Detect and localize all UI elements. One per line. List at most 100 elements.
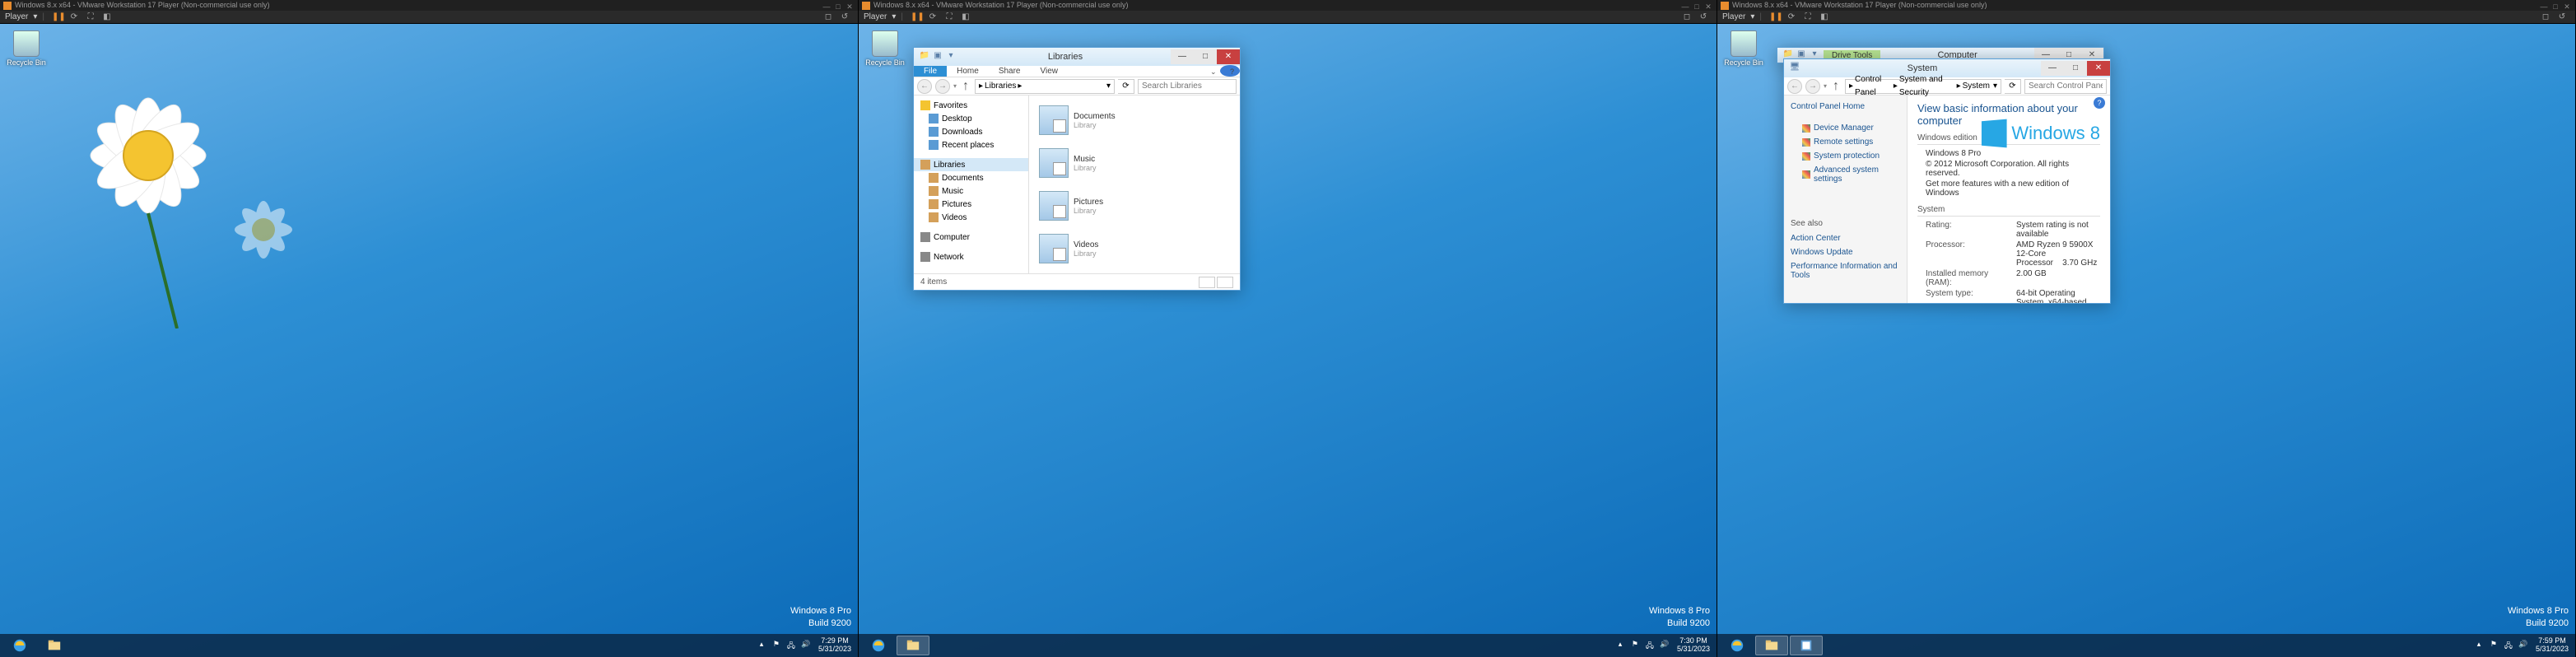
window-max-button[interactable]: □ <box>1194 49 1217 64</box>
pause-icon[interactable]: ❚❚ <box>911 12 922 22</box>
min-button[interactable]: — <box>1680 2 1690 10</box>
perf-info-link[interactable]: Performance Information and Tools <box>1791 259 1900 282</box>
tray-up-icon[interactable]: ▴ <box>1614 640 1626 651</box>
back-button[interactable]: ← <box>1787 79 1802 94</box>
qat-down-icon[interactable]: ▾ <box>945 51 957 63</box>
unity-icon[interactable]: ◧ <box>101 12 113 22</box>
network-icon[interactable]: 🖧 <box>785 640 797 651</box>
view-tiles-button[interactable] <box>1217 277 1233 288</box>
chevron-right-icon[interactable]: ▸ <box>1018 80 1022 93</box>
window-min-button[interactable]: — <box>2041 61 2064 76</box>
volume-icon[interactable]: 🔊 <box>1659 640 1670 651</box>
remote-settings-link[interactable]: Remote settings <box>1791 135 1900 149</box>
windows-desktop[interactable]: Recycle Bin Windows 8 ProBuild 9200 📁 ▣ … <box>859 24 1717 657</box>
window-close-button[interactable]: ✕ <box>2087 61 2110 76</box>
nav-network[interactable]: Network <box>914 250 1028 263</box>
fullscreen-icon[interactable]: ◻ <box>822 12 834 22</box>
close-button[interactable]: ✕ <box>1703 2 1713 10</box>
forward-button[interactable]: → <box>1805 79 1820 94</box>
view-details-button[interactable] <box>1199 277 1215 288</box>
library-tile-documents[interactable]: DocumentsLibrary <box>1036 102 1159 138</box>
recycle-bin-icon[interactable]: Recycle Bin <box>865 30 905 67</box>
nav-favorites[interactable]: Favorites <box>914 99 1028 112</box>
pause-icon[interactable]: ❚❚ <box>1769 12 1781 22</box>
up-button[interactable]: ↑ <box>1830 79 1842 94</box>
folder-icon[interactable]: 📁 <box>919 51 930 63</box>
windows-desktop[interactable]: Recycle Bin Windows 8 ProBuild 9200 ▴ ⚑ … <box>0 24 858 657</box>
max-button[interactable]: □ <box>1692 2 1702 10</box>
addr-dropdown-icon[interactable]: ▾ <box>1106 80 1111 93</box>
min-button[interactable]: — <box>822 2 831 10</box>
explorer-taskbar-icon[interactable] <box>38 636 71 655</box>
addr-dropdown-icon[interactable]: ▾ <box>1993 80 1997 93</box>
cycle-icon[interactable]: ↺ <box>839 12 850 22</box>
snapshot-icon[interactable]: ⟳ <box>68 12 80 22</box>
history-dropdown-icon[interactable]: ▾ <box>1824 82 1827 90</box>
min-button[interactable]: — <box>2539 2 2549 10</box>
back-button[interactable]: ← <box>917 79 932 94</box>
explorer-taskbar-icon[interactable] <box>897 636 929 655</box>
window-min-button[interactable]: — <box>1171 49 1194 64</box>
windows-desktop[interactable]: Recycle Bin Windows 8 ProBuild 9200 📁▣▾ … <box>1717 24 2575 657</box>
search-input[interactable] <box>2024 79 2107 94</box>
close-button[interactable]: ✕ <box>2562 2 2572 10</box>
nav-videos[interactable]: Videos <box>914 211 1028 224</box>
ie-taskbar-icon[interactable] <box>862 636 895 655</box>
recycle-bin-icon[interactable]: Recycle Bin <box>1724 30 1763 67</box>
window-max-button[interactable]: □ <box>2064 61 2087 76</box>
breadcrumb-item[interactable]: Libraries <box>985 80 1016 93</box>
cycle-icon[interactable]: ↺ <box>1698 12 1709 22</box>
pause-icon[interactable]: ❚❚ <box>52 12 63 22</box>
flag-icon[interactable]: ⚑ <box>771 640 782 651</box>
nav-computer[interactable]: Computer <box>914 231 1028 244</box>
tray-up-icon[interactable]: ▴ <box>756 640 767 651</box>
search-input[interactable] <box>1138 79 1237 94</box>
windows-update-link[interactable]: Windows Update <box>1791 245 1900 259</box>
help-icon[interactable]: ? <box>1220 65 1240 77</box>
player-menu[interactable]: Player <box>864 12 887 21</box>
control-panel-taskbar-icon[interactable] <box>1790 636 1823 655</box>
flag-icon[interactable]: ⚑ <box>2488 640 2499 651</box>
nav-libraries[interactable]: Libraries <box>914 158 1028 171</box>
library-tile-videos[interactable]: VideosLibrary <box>1036 231 1159 267</box>
cp-home-link[interactable]: Control Panel Home <box>1791 102 1900 111</box>
help-icon[interactable]: ? <box>2094 97 2105 109</box>
ie-taskbar-icon[interactable] <box>3 636 36 655</box>
device-manager-link[interactable]: Device Manager <box>1791 121 1900 135</box>
nav-recent[interactable]: Recent places <box>914 138 1028 151</box>
nav-pictures[interactable]: Pictures <box>914 198 1028 211</box>
history-dropdown-icon[interactable]: ▾ <box>953 82 957 90</box>
address-bar[interactable]: ▸ Control Panel▸ System and Security▸ Sy… <box>1845 79 2001 94</box>
tab-share[interactable]: Share <box>989 66 1031 77</box>
props-icon[interactable]: ▣ <box>932 51 943 63</box>
system-protection-link[interactable]: System protection <box>1791 149 1900 163</box>
taskbar-clock[interactable]: 7:30 PM5/31/2023 <box>1677 637 1710 654</box>
max-button[interactable]: □ <box>2550 2 2560 10</box>
nav-documents[interactable]: Documents <box>914 171 1028 184</box>
volume-icon[interactable]: 🔊 <box>800 640 812 651</box>
rating-link[interactable]: System rating is not available <box>2016 221 2100 239</box>
volume-icon[interactable]: 🔊 <box>2518 640 2529 651</box>
window-close-button[interactable]: ✕ <box>1217 49 1240 64</box>
tab-home[interactable]: Home <box>947 66 989 77</box>
nav-desktop[interactable]: Desktop <box>914 112 1028 125</box>
tab-view[interactable]: View <box>1031 66 1069 77</box>
taskbar-clock[interactable]: 7:29 PM5/31/2023 <box>818 637 851 654</box>
nav-music[interactable]: Music <box>914 184 1028 198</box>
content-pane[interactable]: DocumentsLibrary MusicLibrary PicturesLi… <box>1029 96 1240 273</box>
dropdown-icon[interactable]: ▾ <box>1750 12 1754 21</box>
expand-ribbon-icon[interactable]: ⌄ <box>1200 65 1220 77</box>
cycle-icon[interactable]: ↺ <box>2556 12 2568 22</box>
fit-icon[interactable]: ⛶ <box>1802 12 1814 22</box>
library-tile-pictures[interactable]: PicturesLibrary <box>1036 188 1159 224</box>
player-menu[interactable]: Player <box>5 12 28 21</box>
refresh-button[interactable]: ⟳ <box>2005 79 2021 94</box>
dropdown-icon[interactable]: ▾ <box>33 12 37 21</box>
refresh-button[interactable]: ⟳ <box>1118 79 1134 94</box>
max-button[interactable]: □ <box>833 2 843 10</box>
unity-icon[interactable]: ◧ <box>1819 12 1830 22</box>
more-features-link[interactable]: Get more features with a new edition of … <box>1926 179 2100 198</box>
unity-icon[interactable]: ◧ <box>960 12 971 22</box>
recycle-bin-icon[interactable]: Recycle Bin <box>7 30 46 67</box>
up-button[interactable]: ↑ <box>960 79 971 94</box>
